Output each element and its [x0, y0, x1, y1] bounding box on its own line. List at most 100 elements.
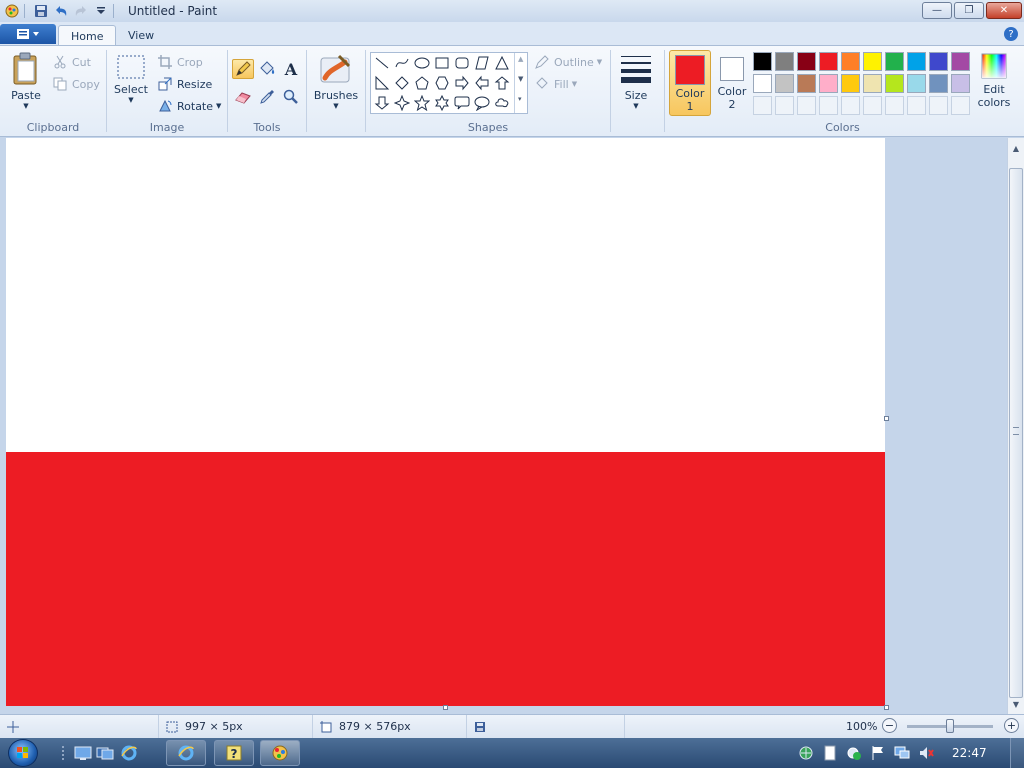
- vertical-scroll-thumb[interactable]: [1009, 168, 1023, 698]
- palette-swatch[interactable]: [753, 52, 772, 71]
- tab-view[interactable]: View: [116, 25, 166, 46]
- oval-shape[interactable]: [413, 54, 431, 72]
- palette-custom-slot[interactable]: [863, 96, 882, 115]
- palette-custom-slot[interactable]: [951, 96, 970, 115]
- paint-app-icon[interactable]: [4, 3, 20, 19]
- up-arrow-shape[interactable]: [493, 74, 511, 92]
- taskbar-grip[interactable]: [60, 744, 66, 762]
- scroll-up-icon[interactable]: ▲: [1008, 140, 1024, 156]
- down-arrow-shape[interactable]: [373, 94, 391, 112]
- rounded-rectangle-shape[interactable]: [453, 54, 471, 72]
- palette-swatch[interactable]: [841, 52, 860, 71]
- oval-callout-shape[interactable]: [473, 94, 491, 112]
- pencil-tool[interactable]: [232, 59, 254, 79]
- action-center-flag-icon[interactable]: [870, 745, 886, 761]
- customize-quick-access-icon[interactable]: [93, 3, 109, 19]
- palette-custom-slot[interactable]: [775, 96, 794, 115]
- palette-custom-slot[interactable]: [841, 96, 860, 115]
- palette-custom-slot[interactable]: [885, 96, 904, 115]
- crop-button[interactable]: Crop: [157, 54, 203, 70]
- right-arrow-shape[interactable]: [453, 74, 471, 92]
- palette-custom-slot[interactable]: [819, 96, 838, 115]
- four-point-star-shape[interactable]: [393, 94, 411, 112]
- select-dropdown-icon[interactable]: ▼: [113, 96, 149, 104]
- rectangle-shape[interactable]: [433, 54, 451, 72]
- palette-swatch[interactable]: [929, 52, 948, 71]
- brushes-button[interactable]: Brushes ▼: [313, 52, 359, 110]
- document-tray-icon[interactable]: [822, 745, 838, 761]
- brushes-dropdown-icon[interactable]: ▼: [313, 102, 359, 110]
- shapes-scroll-up-icon[interactable]: ▲: [518, 55, 523, 63]
- palette-swatch[interactable]: [951, 52, 970, 71]
- palette-custom-slot[interactable]: [797, 96, 816, 115]
- pentagon-shape[interactable]: [413, 74, 431, 92]
- fill-button[interactable]: Fill ▼: [534, 76, 577, 92]
- diamond-shape[interactable]: [393, 74, 411, 92]
- canvas-resize-handle-right[interactable]: [884, 416, 889, 421]
- save-icon[interactable]: [33, 3, 49, 19]
- palette-swatch[interactable]: [929, 74, 948, 93]
- redo-icon[interactable]: [73, 3, 89, 19]
- palette-custom-slot[interactable]: [753, 96, 772, 115]
- palette-custom-slot[interactable]: [907, 96, 926, 115]
- select-button[interactable]: Select ▼: [113, 54, 149, 104]
- rotate-dropdown-icon[interactable]: ▼: [216, 102, 221, 110]
- vertical-scrollbar[interactable]: ▲ ▼: [1007, 138, 1024, 714]
- drawing-canvas[interactable]: [6, 138, 885, 706]
- zoom-slider[interactable]: [907, 719, 993, 733]
- palette-swatch[interactable]: [885, 52, 904, 71]
- zoom-in-button[interactable]: +: [1004, 718, 1019, 733]
- cut-button[interactable]: Cut: [52, 54, 91, 70]
- palette-swatch[interactable]: [819, 74, 838, 93]
- canvas-resize-handle-corner[interactable]: [884, 705, 889, 710]
- internet-explorer-icon[interactable]: [120, 744, 138, 762]
- palette-swatch[interactable]: [951, 74, 970, 93]
- taskbar-internet-explorer[interactable]: [166, 740, 206, 766]
- paste-dropdown-icon[interactable]: ▼: [6, 102, 46, 110]
- taskbar-paint[interactable]: [260, 740, 300, 766]
- palette-swatch[interactable]: [775, 52, 794, 71]
- palette-swatch[interactable]: [797, 74, 816, 93]
- show-desktop-icon[interactable]: [74, 744, 92, 762]
- fill-dropdown-icon[interactable]: ▼: [572, 80, 577, 88]
- rounded-callout-shape[interactable]: [453, 94, 471, 112]
- scroll-down-icon[interactable]: ▼: [1008, 696, 1024, 712]
- palette-swatch[interactable]: [775, 74, 794, 93]
- shapes-expand-icon[interactable]: ▾: [518, 95, 522, 103]
- taskbar-help-app[interactable]: ?: [214, 740, 254, 766]
- start-button[interactable]: [8, 739, 38, 767]
- outline-dropdown-icon[interactable]: ▼: [597, 58, 602, 66]
- palette-custom-slot[interactable]: [929, 96, 948, 115]
- close-button[interactable]: ✕: [986, 2, 1022, 19]
- switch-windows-icon[interactable]: [96, 744, 114, 762]
- minimize-button[interactable]: —: [922, 2, 952, 19]
- five-point-star-shape[interactable]: [413, 94, 431, 112]
- left-arrow-shape[interactable]: [473, 74, 491, 92]
- color-2-button[interactable]: Color 2: [713, 50, 751, 116]
- network-monitor-tray-icon[interactable]: [894, 745, 910, 761]
- zoom-out-button[interactable]: −: [882, 718, 897, 733]
- edit-colors-button[interactable]: Edit colors: [975, 52, 1013, 118]
- shapes-scroll-down-icon[interactable]: ▼: [518, 75, 523, 83]
- palette-swatch[interactable]: [907, 52, 926, 71]
- volume-muted-icon[interactable]: [918, 745, 934, 761]
- paint-menu-button[interactable]: [0, 24, 56, 44]
- six-point-star-shape[interactable]: [433, 94, 451, 112]
- resize-button[interactable]: Resize: [157, 76, 212, 92]
- palette-swatch[interactable]: [753, 74, 772, 93]
- line-shape[interactable]: [373, 54, 391, 72]
- polygon-shape[interactable]: [473, 54, 491, 72]
- tab-home[interactable]: Home: [58, 25, 117, 46]
- size-button[interactable]: Size ▼: [616, 52, 656, 110]
- eraser-tool[interactable]: [232, 87, 254, 107]
- taskbar-clock[interactable]: 22:47: [952, 746, 987, 760]
- copy-button[interactable]: Copy: [52, 76, 100, 92]
- fill-tool[interactable]: [256, 59, 278, 79]
- palette-swatch[interactable]: [841, 74, 860, 93]
- palette-swatch[interactable]: [863, 52, 882, 71]
- curve-shape[interactable]: [393, 54, 411, 72]
- undo-icon[interactable]: [53, 3, 69, 19]
- canvas-resize-handle-bottom[interactable]: [443, 705, 448, 710]
- size-dropdown-icon[interactable]: ▼: [616, 102, 656, 110]
- color-picker-tool[interactable]: [256, 87, 278, 107]
